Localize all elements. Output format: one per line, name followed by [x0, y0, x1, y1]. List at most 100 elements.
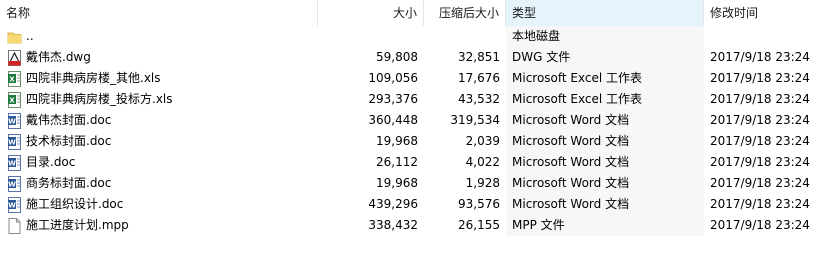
word-file-icon: W [7, 133, 22, 150]
svg-text:W: W [8, 138, 16, 146]
file-row[interactable]: 施工进度计划.mpp 338,432 26,155 MPP 文件 2017/9/18 2… [0, 215, 836, 236]
file-size: 109,056 [368, 71, 418, 85]
file-size: 59,808 [376, 50, 418, 64]
excel-file-icon: X [7, 91, 22, 108]
column-header-type[interactable]: ˄ 类型 [506, 0, 704, 26]
file-name-cell[interactable]: X 四院非典病房楼_投标方.xls [0, 89, 318, 110]
file-size: 19,968 [376, 176, 418, 190]
file-name-cell[interactable]: W 戴伟杰封面.doc [0, 110, 318, 131]
file-list-view: 名称 大小 压缩后大小 ˄ 类型 修改时间 .. 本地磁盘戴伟杰.dwg 59,80… [0, 0, 836, 255]
column-header-packed-size-label: 压缩后大小 [438, 6, 499, 20]
file-name: 戴伟杰封面.doc [26, 113, 112, 127]
file-size: 360,448 [368, 113, 418, 127]
file-row[interactable]: W 目录.doc 26,112 4,022 Microsoft Word 文档 2017/… [0, 152, 836, 173]
file-type: Microsoft Word 文档 [506, 194, 704, 215]
file-modified: 2017/9/18 23:24 [710, 50, 810, 64]
column-header-type-label: 类型 [512, 6, 537, 20]
file-packed-size: 43,532 [458, 92, 500, 106]
word-file-icon: W [7, 154, 22, 171]
file-modified: 2017/9/18 23:24 [710, 113, 810, 127]
file-size: 19,968 [376, 134, 418, 148]
file-packed-size: 17,676 [458, 71, 500, 85]
file-row[interactable]: W 商务标封面.doc 19,968 1,928 Microsoft Word 文档 20… [0, 173, 836, 194]
svg-text:W: W [8, 201, 16, 209]
file-modified: 2017/9/18 23:24 [710, 92, 810, 106]
file-name-cell[interactable]: W 目录.doc [0, 152, 318, 173]
file-name-cell[interactable]: X 四院非典病房楼_其他.xls [0, 68, 318, 89]
file-type: MPP 文件 [506, 215, 704, 236]
file-name: .. [26, 29, 34, 43]
sort-ascending-icon: ˄ [598, 0, 603, 5]
file-type: Microsoft Word 文档 [506, 131, 704, 152]
dwg-file-icon [7, 49, 22, 66]
file-name: 施工组织设计.doc [26, 197, 124, 211]
folder-icon [7, 29, 22, 45]
file-packed-size [424, 26, 506, 47]
file-name-cell[interactable]: W 商务标封面.doc [0, 173, 318, 194]
column-header-size[interactable]: 大小 [318, 0, 424, 26]
file-size: 338,432 [368, 218, 418, 232]
file-name-cell[interactable]: W 技术标封面.doc [0, 131, 318, 152]
file-name: 施工进度计划.mpp [26, 218, 129, 232]
file-name: 戴伟杰.dwg [26, 50, 91, 64]
file-rows: .. 本地磁盘戴伟杰.dwg 59,808 32,851 DWG 文件 2017/9/18… [0, 26, 836, 236]
file-packed-size: 2,039 [465, 134, 500, 148]
file-modified: 2017/9/18 23:24 [710, 218, 810, 232]
file-modified: 2017/9/18 23:24 [710, 155, 810, 169]
file-name: 技术标封面.doc [26, 134, 112, 148]
file-modified [704, 26, 836, 47]
svg-text:X: X [9, 75, 15, 83]
column-header-modified[interactable]: 修改时间 [704, 0, 836, 26]
file-row[interactable]: W 施工组织设计.doc 439,296 93,576 Microsoft Word 文… [0, 194, 836, 215]
file-modified: 2017/9/18 23:24 [710, 176, 810, 190]
file-name-cell[interactable]: 戴伟杰.dwg [0, 47, 318, 68]
file-row[interactable]: X 四院非典病房楼_其他.xls 109,056 17,676 Microsoft Ex… [0, 68, 836, 89]
file-row[interactable]: W 戴伟杰封面.doc 360,448 319,534 Microsoft Word 文… [0, 110, 836, 131]
word-file-icon: W [7, 196, 22, 213]
file-packed-size: 26,155 [458, 218, 500, 232]
file-modified: 2017/9/18 23:24 [710, 197, 810, 211]
file-modified: 2017/9/18 23:24 [710, 71, 810, 85]
file-row[interactable]: 戴伟杰.dwg 59,808 32,851 DWG 文件 2017/9/18 23:24 [0, 47, 836, 68]
file-row[interactable]: .. 本地磁盘 [0, 26, 836, 47]
svg-text:W: W [8, 159, 16, 167]
file-row[interactable]: X 四院非典病房楼_投标方.xls 293,376 43,532 Microsoft E… [0, 89, 836, 110]
file-type: 本地磁盘 [506, 26, 704, 47]
word-file-icon: W [7, 175, 22, 192]
file-row[interactable]: W 技术标封面.doc 19,968 2,039 Microsoft Word 文档 20… [0, 131, 836, 152]
column-header-packed-size[interactable]: 压缩后大小 [424, 0, 506, 26]
file-size: 26,112 [376, 155, 418, 169]
file-name-cell[interactable]: .. [0, 26, 318, 47]
file-name-cell[interactable]: 施工进度计划.mpp [0, 215, 318, 236]
file-modified: 2017/9/18 23:24 [710, 134, 810, 148]
file-packed-size: 1,928 [465, 176, 500, 190]
file-type: Microsoft Excel 工作表 [506, 89, 704, 110]
file-name: 四院非典病房楼_其他.xls [26, 71, 161, 85]
generic-file-icon [7, 217, 22, 234]
file-type: Microsoft Word 文档 [506, 173, 704, 194]
file-name: 目录.doc [26, 155, 76, 169]
column-header-name-label: 名称 [6, 6, 31, 20]
file-packed-size: 32,851 [458, 50, 500, 64]
file-size [318, 26, 424, 47]
svg-text:W: W [8, 117, 16, 125]
file-packed-size: 93,576 [458, 197, 500, 211]
file-type: Microsoft Excel 工作表 [506, 68, 704, 89]
file-name: 商务标封面.doc [26, 176, 112, 190]
file-packed-size: 319,534 [450, 113, 500, 127]
column-header-modified-label: 修改时间 [710, 6, 759, 20]
column-header-name[interactable]: 名称 [0, 0, 318, 26]
file-packed-size: 4,022 [465, 155, 500, 169]
file-size: 293,376 [368, 92, 418, 106]
file-size: 439,296 [368, 197, 418, 211]
file-type: Microsoft Word 文档 [506, 110, 704, 131]
file-type: Microsoft Word 文档 [506, 152, 704, 173]
word-file-icon: W [7, 112, 22, 129]
file-name-cell[interactable]: W 施工组织设计.doc [0, 194, 318, 215]
svg-text:X: X [9, 96, 15, 104]
excel-file-icon: X [7, 70, 22, 87]
file-name: 四院非典病房楼_投标方.xls [26, 92, 173, 106]
column-header-size-label: 大小 [392, 6, 417, 20]
file-type: DWG 文件 [506, 47, 704, 68]
svg-text:W: W [8, 180, 16, 188]
